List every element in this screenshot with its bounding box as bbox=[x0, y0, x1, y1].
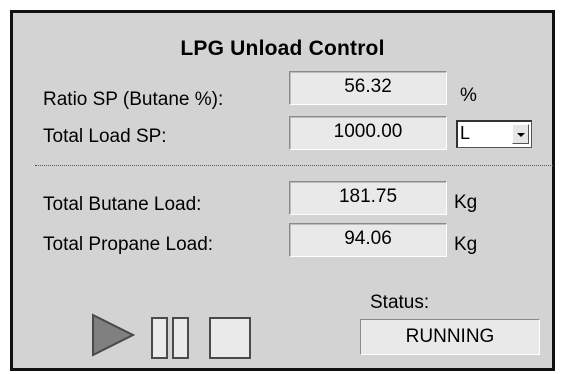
pause-icon[interactable] bbox=[151, 317, 189, 359]
play-icon[interactable] bbox=[91, 313, 135, 357]
ratio-sp-field[interactable]: 56.32 bbox=[289, 71, 447, 105]
butane-load-unit: Kg bbox=[454, 192, 478, 213]
status-label: Status: bbox=[370, 292, 430, 313]
propane-load-value: 94.06 bbox=[289, 223, 447, 257]
status-value: RUNNING bbox=[360, 319, 540, 355]
total-load-unit-select[interactable]: L bbox=[456, 120, 532, 148]
ratio-sp-unit: % bbox=[460, 85, 477, 106]
total-load-sp-label: Total Load SP: bbox=[43, 126, 167, 147]
propane-load-label: Total Propane Load: bbox=[43, 234, 214, 255]
ratio-sp-label: Ratio SP (Butane %): bbox=[43, 89, 224, 110]
panel-title: LPG Unload Control bbox=[180, 37, 385, 60]
chevron-down-icon[interactable] bbox=[512, 124, 529, 144]
pause-bar-right bbox=[172, 317, 189, 359]
lpg-unload-panel: LPG Unload Control Ratio SP (Butane %): … bbox=[10, 10, 555, 371]
pause-bar-left bbox=[151, 317, 168, 359]
play-triangle bbox=[92, 313, 135, 357]
total-load-unit-value: L bbox=[460, 123, 471, 143]
total-load-sp-field[interactable]: 1000.00 bbox=[289, 116, 447, 150]
butane-load-label: Total Butane Load: bbox=[43, 194, 202, 215]
section-divider bbox=[35, 165, 553, 166]
butane-load-value: 181.75 bbox=[289, 181, 447, 215]
stop-icon[interactable] bbox=[209, 317, 251, 359]
propane-load-unit: Kg bbox=[454, 234, 478, 255]
